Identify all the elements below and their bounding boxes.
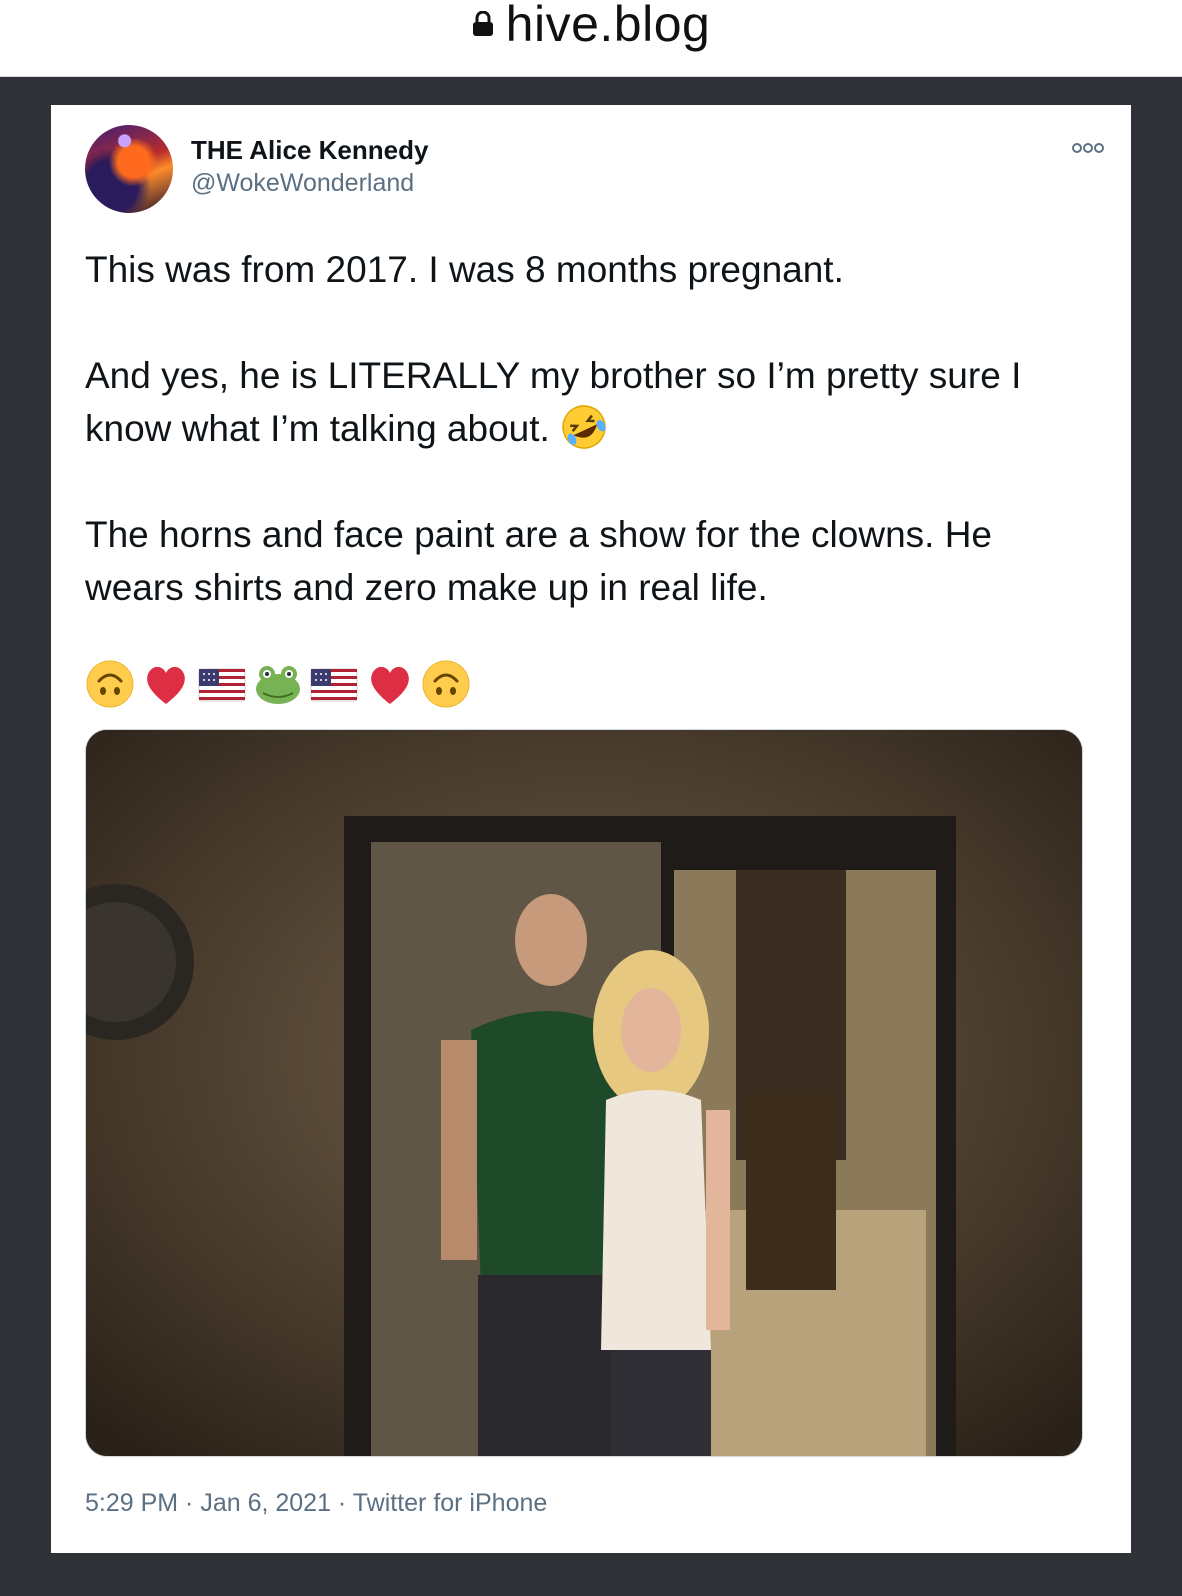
author-name[interactable]: THE Alice Kennedy [191,135,428,166]
tweet-paragraph-2: And yes, he is LITERALLY my brother so I… [85,349,1095,455]
us-flag-emoji-icon [198,668,246,702]
tweet-photo[interactable] [85,729,1083,1457]
tweet-paragraph-3: The horns and face paint are a show for … [85,514,993,608]
emoji-row [85,657,471,711]
tweet-timestamp[interactable]: 5:29 PM · Jan 6, 2021 · Twitter for iPho… [85,1489,547,1518]
us-flag-emoji-icon [310,668,358,702]
ellipsis-icon[interactable] [1071,141,1105,155]
frog-face-emoji-icon [256,666,300,704]
red-heart-emoji-icon [371,666,409,704]
author-handle[interactable]: @WokeWonderland [191,169,414,198]
tweet-paragraph-1: This was from 2017. I was 8 months pregn… [85,249,844,290]
url-text: hive.blog [505,0,711,52]
tweet-text: This was from 2017. I was 8 months pregn… [85,243,1095,614]
lock-icon [472,11,493,36]
red-heart-emoji-icon [147,666,185,704]
url-display[interactable]: hive.blog [472,0,711,53]
avatar[interactable] [85,125,173,213]
upside-down-face-emoji-icon [422,660,470,708]
photo-of-two-people-image [86,730,1082,1456]
tweet-card: THE Alice Kennedy @WokeWonderland This w… [51,105,1131,1553]
rolling-on-floor-laughing-emoji-icon [562,405,606,449]
browser-address-bar[interactable]: hive.blog [0,0,1182,77]
tweet-paragraph-2-text: And yes, he is LITERALLY my brother so I… [85,355,1022,449]
upside-down-face-emoji-icon [86,660,134,708]
